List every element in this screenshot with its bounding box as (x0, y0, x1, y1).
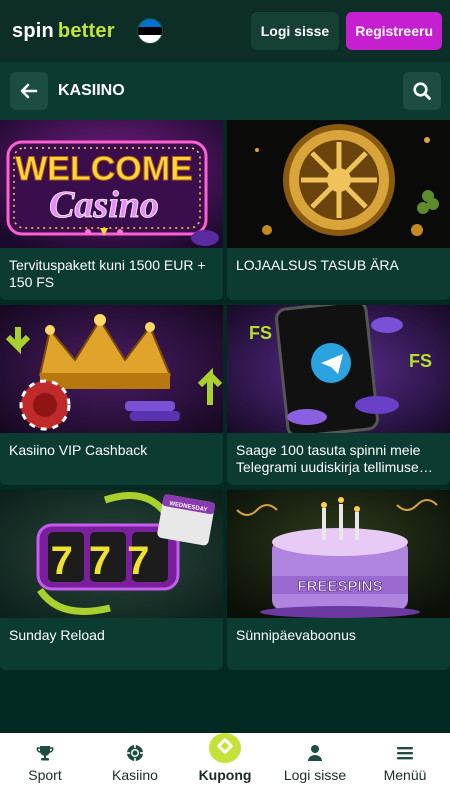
nav-casino[interactable]: Kasiino (90, 733, 180, 800)
promo-title: Tervituspakett kuni 1500 EUR + 150 FS (9, 257, 206, 290)
casino-text: Casino (49, 184, 159, 226)
promo-title: LOJAALSUS TASUB ÄRA (236, 257, 399, 273)
menu-icon (397, 747, 413, 760)
promo-image-birthday: FREESPINS (227, 490, 450, 618)
nav-label: Menüü (383, 767, 427, 783)
fs-text-right: FS (409, 351, 432, 371)
top-bar: spin better Logi sisse Registreeru (0, 0, 450, 62)
nav-menu[interactable]: Menüü (360, 733, 450, 800)
user-icon (308, 745, 322, 761)
nav-label: Sport (28, 767, 62, 783)
promo-image-sunday: 777 WEDNESDAY (0, 490, 223, 618)
search-button[interactable] (403, 72, 441, 110)
login-button[interactable]: Logi sisse (250, 12, 340, 50)
promo-image-welcome: WELCOME Casino (0, 120, 223, 248)
arrow-left-icon (20, 83, 38, 99)
fs-text-left: FS (249, 323, 272, 343)
estonia-flag-icon[interactable] (136, 18, 163, 44)
promo-image-loyalty (227, 120, 450, 248)
logo-better: better (57, 19, 115, 42)
slot-777-text: 777 (51, 539, 166, 583)
promo-card-loyalty[interactable]: LOJAALSUS TASUB ÄRA (227, 120, 450, 300)
promo-card-vip-cashback[interactable]: Kasiino VIP Cashback (0, 305, 223, 485)
promo-card-welcome[interactable]: WELCOME Casino Tervituspakett kuni 1500 … (0, 120, 223, 300)
promo-title: Saage 100 tasuta spinni meie Telegrami u… (236, 442, 433, 475)
nav-label: Kasiino (112, 767, 158, 783)
nav-label: Kupong (198, 767, 252, 783)
promo-title: Kasiino VIP Cashback (9, 442, 148, 458)
search-icon (413, 82, 431, 100)
welcome-text: WELCOME (15, 150, 193, 188)
nav-login[interactable]: Logi sisse (270, 733, 360, 800)
nav-label: Logi sisse (283, 767, 347, 783)
logo-spin: spin (12, 19, 54, 42)
section-header: KASIINO (0, 62, 450, 120)
page-title: KASIINO (58, 82, 125, 99)
promo-title: Sünnipäevaboonus (236, 627, 356, 643)
back-button[interactable] (10, 72, 48, 110)
nav-sport[interactable]: Sport (0, 733, 90, 800)
register-button[interactable]: Registreeru (346, 12, 442, 50)
bottom-nav: Sport Kasiino Kupong Logi sisse Menüü (0, 733, 450, 800)
trophy-icon (36, 746, 54, 761)
promo-card-telegram[interactable]: FS FS Saage 100 tasuta spinni meie Teleg… (227, 305, 450, 485)
chip-icon (127, 745, 143, 761)
brand-logo[interactable]: spin better (12, 20, 115, 43)
promo-image-telegram: FS FS (227, 305, 450, 433)
coupon-icon (209, 733, 241, 763)
promo-title: Sunday Reload (9, 627, 105, 643)
freespins-text: FREESPINS (297, 578, 382, 595)
promo-card-birthday[interactable]: FREESPINS Sünnipäevaboonus (227, 490, 450, 670)
promo-image-vip (0, 305, 223, 433)
nav-coupon[interactable]: Kupong (180, 733, 270, 800)
promo-card-sunday-reload[interactable]: 777 WEDNESDAY Sunday Reload (0, 490, 223, 670)
